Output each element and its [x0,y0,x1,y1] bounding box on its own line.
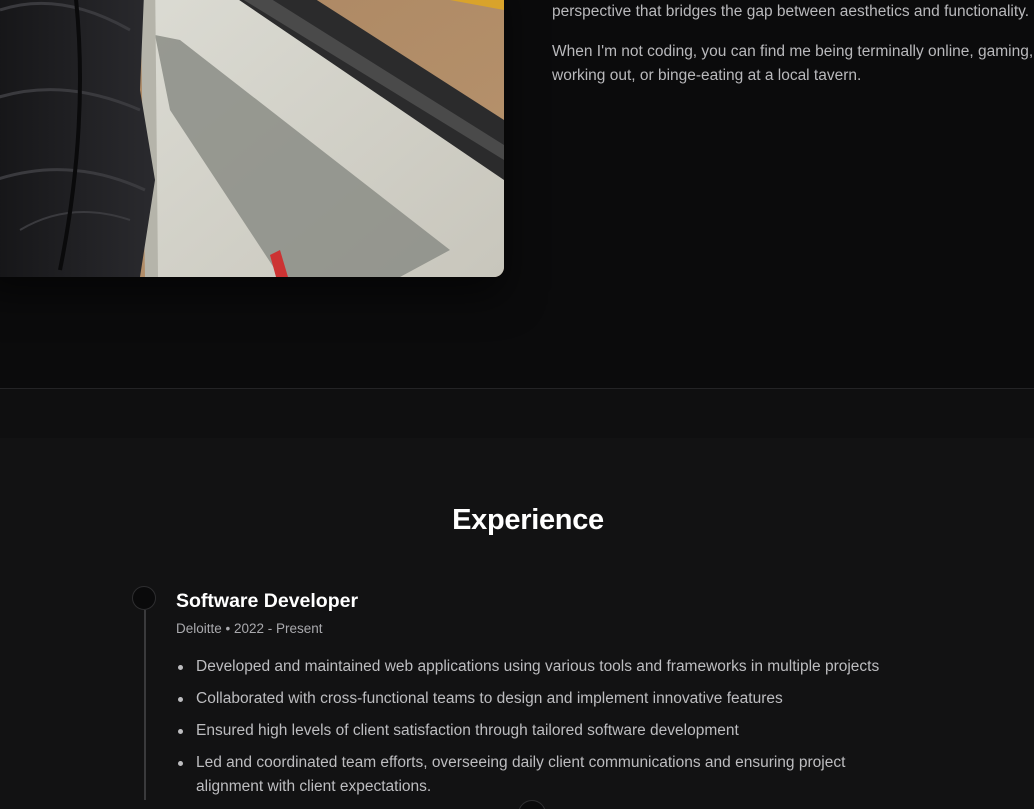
job-title: Software Developer [176,590,359,612]
timeline-line [144,610,146,800]
list-item: Led and coordinated team efforts, overse… [176,751,896,799]
list-item: Ensured high levels of client satisfacti… [176,719,896,743]
about-paragraph-1: perspective that bridges the gap between… [552,3,1030,20]
job-company-dates: Deloitte • 2022 - Present [176,621,323,636]
experience-section: Experience Software Developer Deloitte •… [0,438,1034,809]
timeline-dot [132,586,156,610]
about-paragraph-2: When I'm not coding, you can find me bei… [552,43,1034,84]
profile-photo [0,0,504,277]
section-spacer [0,389,1034,438]
about-section: perspective that bridges the gap between… [0,0,1034,389]
portfolio-page: perspective that bridges the gap between… [0,0,1034,809]
job-responsibilities: Developed and maintained web application… [176,655,896,807]
list-item: Developed and maintained web application… [176,655,896,679]
list-item: Collaborated with cross-functional teams… [176,687,896,711]
experience-heading: Experience [452,504,604,536]
